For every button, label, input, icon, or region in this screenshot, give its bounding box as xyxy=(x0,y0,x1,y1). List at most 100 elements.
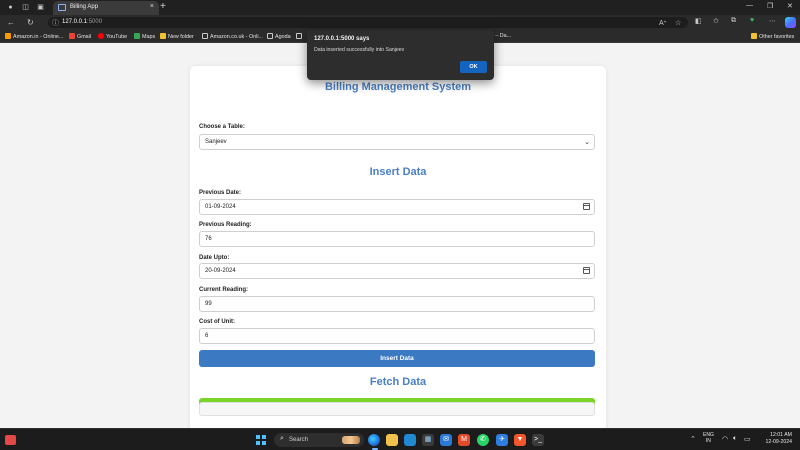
table-label: Choose a Table: xyxy=(199,124,245,130)
current-reading-input[interactable]: 99 xyxy=(199,296,595,312)
amazon-icon xyxy=(5,33,11,39)
fetch-heading: Fetch Data xyxy=(369,376,427,388)
previous-reading-label: Previous Reading: xyxy=(199,222,252,228)
split-screen-icon[interactable]: ◧ xyxy=(695,17,702,25)
bookmark-youtube[interactable]: YouTube xyxy=(98,33,127,40)
bookmark-amazon-co-uk[interactable]: Amazon.co.uk - Onli... xyxy=(202,33,263,40)
dialog-message: Data inserted successfully into Sanjeev xyxy=(314,47,405,53)
mail-icon[interactable]: ✉ xyxy=(440,434,452,446)
widgets-icon[interactable] xyxy=(5,435,16,445)
profile-icon[interactable]: ● xyxy=(6,3,15,12)
current-reading-value: 99 xyxy=(205,301,212,307)
new-tab-button[interactable]: + xyxy=(160,1,166,12)
page-favicon-icon xyxy=(58,4,66,11)
cost-of-unit-value: 6 xyxy=(205,333,209,339)
tab-billing-app[interactable]: Billing App × xyxy=(53,1,159,15)
page-title: Billing Management System xyxy=(324,81,472,93)
bookmark-gmail[interactable]: Gmail xyxy=(69,33,91,40)
restore-icon[interactable]: ❐ xyxy=(767,2,773,10)
tray-chevron-up-icon[interactable]: ⌃ xyxy=(690,435,696,443)
tab-close-icon[interactable]: × xyxy=(150,3,154,10)
dialog-title: 127.0.0.1:5000 says xyxy=(314,36,370,42)
start-button[interactable] xyxy=(256,435,266,445)
browser-titlebar: ● ◫ ▣ Billing App × + — ❐ ✕ xyxy=(0,0,800,15)
bookmark-amazon-in[interactable]: Amazon.in - Online... xyxy=(5,33,63,40)
browser-essentials-icon[interactable]: ♥ xyxy=(750,17,754,24)
search-label: Search xyxy=(289,437,309,443)
date-upto-value: 20-09-2024 xyxy=(205,268,236,274)
calculator-icon[interactable]: ▦ xyxy=(422,434,434,446)
collections-icon[interactable]: ⧉ xyxy=(731,17,736,25)
youtube-icon xyxy=(98,33,104,39)
gmail-icon xyxy=(69,33,75,39)
more-menu-icon[interactable]: ⋯ xyxy=(769,17,776,25)
vscode-icon[interactable] xyxy=(404,434,416,446)
taskbar-clock[interactable]: 12:01 AM 12-09-2024 xyxy=(752,432,792,446)
bookmark-partial[interactable] xyxy=(296,33,304,40)
insert-heading: Insert Data xyxy=(369,166,427,178)
language-indicator[interactable]: ENG IN xyxy=(703,432,714,444)
bookmark-agoda[interactable]: Agoda xyxy=(267,33,291,40)
alert-dialog: 127.0.0.1:5000 says Data inserted succes… xyxy=(307,30,494,80)
maps-icon xyxy=(134,33,140,39)
table-select[interactable]: Sanjeev ⌄ xyxy=(199,134,595,150)
calendar-icon[interactable] xyxy=(583,267,590,274)
current-reading-label: Current Reading: xyxy=(199,287,249,293)
search-icon: ⌕ xyxy=(280,435,284,442)
whatsapp-icon[interactable]: ✆ xyxy=(477,434,489,446)
billing-card: Billing Management System Choose a Table… xyxy=(190,66,606,428)
wifi-icon[interactable]: ◠ xyxy=(722,435,728,443)
chevron-down-icon: ⌄ xyxy=(584,139,590,146)
page-icon xyxy=(202,33,208,39)
battery-icon[interactable]: ▭ xyxy=(744,435,751,443)
folder-icon xyxy=(160,33,166,39)
tab-title: Billing App xyxy=(70,4,99,10)
site-info-icon[interactable]: ⓘ xyxy=(52,18,59,28)
url-text[interactable]: 127.0.0.1:5000 xyxy=(62,19,102,25)
taskbar-search[interactable]: ⌕ Search xyxy=(274,433,364,447)
favorites-icon[interactable]: ✩ xyxy=(713,17,719,25)
calendar-icon[interactable] xyxy=(583,203,590,210)
terminal-icon[interactable]: >_ xyxy=(532,434,544,446)
previous-date-input[interactable]: 01-09-2024 xyxy=(199,199,595,215)
insert-data-button[interactable]: Insert Data xyxy=(199,350,595,367)
page-icon xyxy=(267,33,273,39)
search-highlight-icon xyxy=(342,436,360,444)
page-icon xyxy=(296,33,302,39)
previous-date-value: 01-09-2024 xyxy=(205,204,236,210)
previous-reading-value: 76 xyxy=(205,236,212,242)
vpn-icon[interactable]: ✈ xyxy=(496,434,508,446)
dialog-ok-button[interactable]: OK xyxy=(460,61,487,73)
tab-actions-icon[interactable]: ▣ xyxy=(36,3,45,12)
cost-of-unit-input[interactable]: 6 xyxy=(199,328,595,344)
minimize-icon[interactable]: — xyxy=(746,2,753,9)
file-explorer-icon[interactable] xyxy=(386,434,398,446)
page-scrollbar[interactable] xyxy=(794,44,797,428)
previous-reading-input[interactable]: 76 xyxy=(199,231,595,247)
refresh-icon[interactable]: ↻ xyxy=(27,18,34,27)
fetch-result-area xyxy=(199,402,595,416)
edge-taskbar-icon[interactable] xyxy=(368,434,380,446)
close-window-icon[interactable]: ✕ xyxy=(787,2,793,10)
date-upto-input[interactable]: 20-09-2024 xyxy=(199,263,595,279)
bookmark-new-folder[interactable]: New folder xyxy=(160,33,194,40)
brave-icon[interactable]: ▼ xyxy=(514,434,526,446)
cost-of-unit-label: Cost of Unit: xyxy=(199,319,235,325)
windows-taskbar: ⌕ Search ▦ ✉ M ✆ ✈ ▼ >_ ⌃ ENG IN ◠ 🔈︎ ▭ … xyxy=(0,428,800,450)
bookmark-maps[interactable]: Maps xyxy=(134,33,155,40)
bookmark-partial-label[interactable]: s – Da... xyxy=(491,33,511,39)
browser-toolbar: ← ↻ ⓘ 127.0.0.1:5000 Aᐩ ☆ ◧ ✩ ⧉ ♥ ⋯ xyxy=(0,15,800,30)
workspaces-icon[interactable]: ◫ xyxy=(21,3,30,12)
address-bar[interactable]: ⓘ 127.0.0.1:5000 Aᐩ ☆ xyxy=(48,17,688,28)
page-viewport: Billing Management System Choose a Table… xyxy=(3,44,797,428)
other-favorites[interactable]: Other favorites xyxy=(751,33,794,40)
mi-app-icon[interactable]: M xyxy=(458,434,470,446)
back-icon[interactable]: ← xyxy=(7,18,15,27)
date-upto-label: Date Upto: xyxy=(199,255,230,261)
copilot-icon[interactable] xyxy=(785,17,796,28)
volume-icon[interactable]: 🔈︎ xyxy=(733,435,737,443)
favorite-star-icon[interactable]: ☆ xyxy=(675,19,681,27)
read-aloud-icon[interactable]: Aᐩ xyxy=(659,19,666,27)
previous-date-label: Previous Date: xyxy=(199,190,242,196)
table-select-value: Sanjeev xyxy=(205,139,227,145)
